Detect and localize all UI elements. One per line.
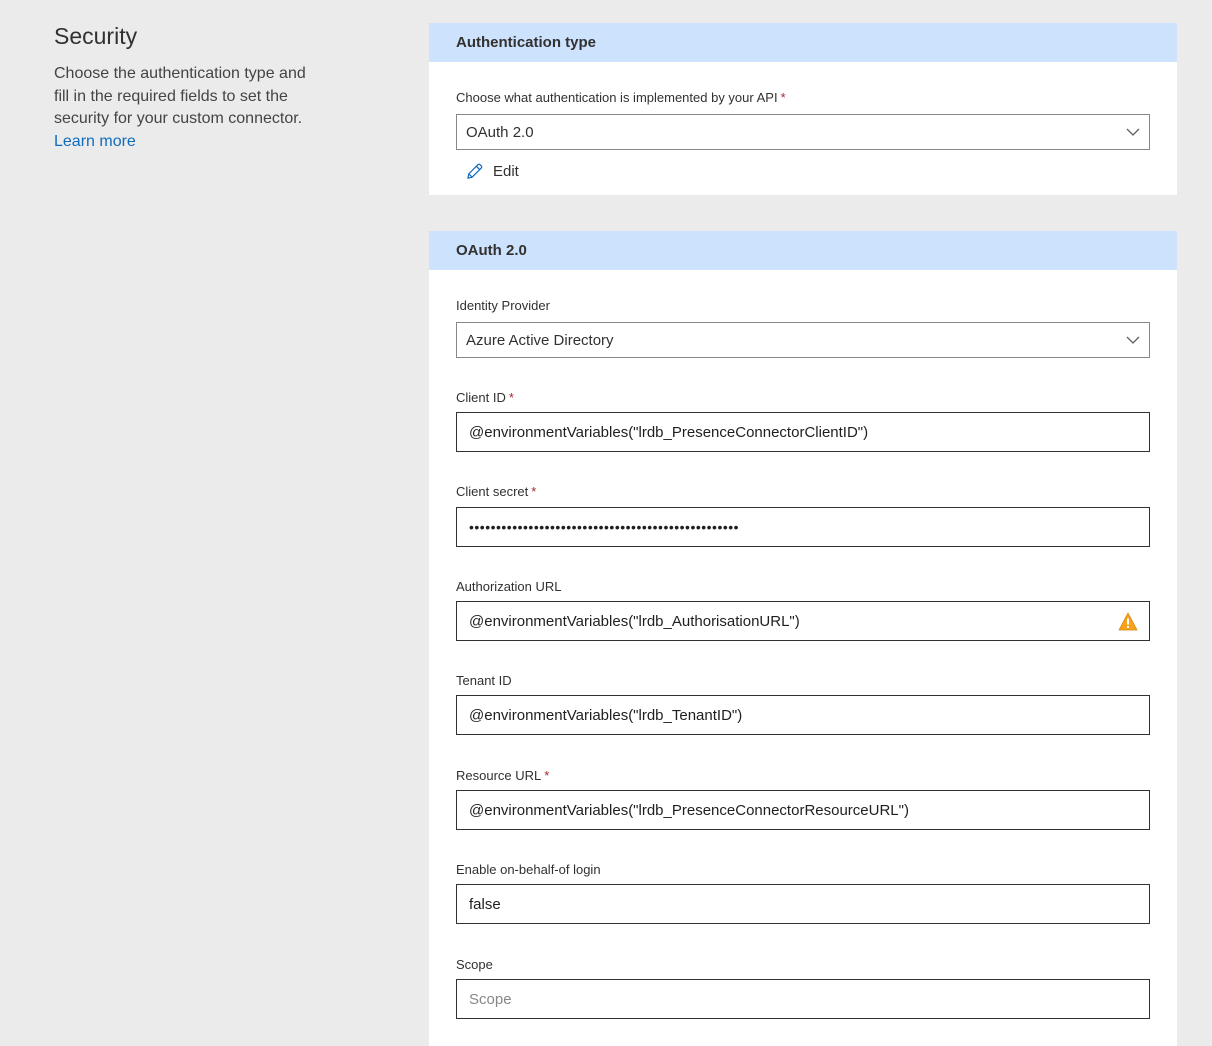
client-id-input[interactable]: @environmentVariables("lrdb_PresenceConn… [456, 412, 1150, 452]
authentication-type-header: Authentication type [429, 23, 1177, 62]
resource-url-label: Resource URL * [456, 768, 549, 783]
chevron-down-icon [1126, 336, 1140, 344]
auth-type-selected: OAuth 2.0 [466, 123, 534, 141]
edit-label: Edit [493, 163, 519, 180]
section-title: Security [54, 23, 138, 49]
pencil-icon [467, 163, 483, 179]
scope-label: Scope [456, 957, 493, 972]
client-id-label: Client ID * [456, 390, 514, 405]
authorization-url-value: @environmentVariables("lrdb_Authorisatio… [469, 612, 800, 630]
on-behalf-of-label: Enable on-behalf-of login [456, 862, 601, 877]
authentication-type-card: Authentication type Choose what authenti… [429, 23, 1177, 195]
warning-triangle-icon[interactable] [1118, 612, 1138, 631]
identity-provider-selected: Azure Active Directory [466, 331, 614, 349]
authorization-url-label: Authorization URL [456, 579, 562, 594]
auth-type-dropdown[interactable]: OAuth 2.0 [456, 114, 1150, 150]
identity-provider-label: Identity Provider [456, 298, 550, 313]
oauth-header: OAuth 2.0 [429, 231, 1177, 270]
oauth-card: OAuth 2.0 Identity Provider Azure Active… [429, 231, 1177, 1046]
section-description: Choose the authentication type and fill … [54, 63, 324, 153]
tenant-id-input[interactable]: @environmentVariables("lrdb_TenantID") [456, 695, 1150, 735]
auth-method-label-text: Choose what authentication is implemente… [456, 90, 778, 105]
required-marker: * [544, 768, 550, 783]
edit-button[interactable]: Edit [465, 162, 519, 181]
required-marker: * [780, 90, 786, 105]
on-behalf-of-input[interactable]: false [456, 884, 1150, 924]
authorization-url-input[interactable]: @environmentVariables("lrdb_Authorisatio… [456, 601, 1150, 641]
client-secret-label-text: Client secret [456, 484, 529, 499]
learn-more-link[interactable]: Learn more [54, 133, 136, 150]
scope-input[interactable]: Scope [456, 979, 1150, 1019]
resource-url-input[interactable]: @environmentVariables("lrdb_PresenceConn… [456, 790, 1150, 830]
client-secret-input[interactable]: ••••••••••••••••••••••••••••••••••••••••… [456, 507, 1150, 547]
description-text: Choose the authentication type and fill … [54, 65, 306, 127]
tenant-id-label: Tenant ID [456, 673, 512, 688]
required-marker: * [508, 390, 514, 405]
identity-provider-dropdown[interactable]: Azure Active Directory [456, 322, 1150, 358]
chevron-down-icon [1126, 128, 1140, 136]
required-marker: * [531, 484, 537, 499]
client-secret-label: Client secret * [456, 484, 536, 499]
resource-url-label-text: Resource URL [456, 768, 542, 783]
auth-method-label: Choose what authentication is implemente… [456, 90, 786, 105]
client-id-label-text: Client ID [456, 390, 506, 405]
intro-panel: Security Choose the authentication type … [54, 22, 324, 153]
